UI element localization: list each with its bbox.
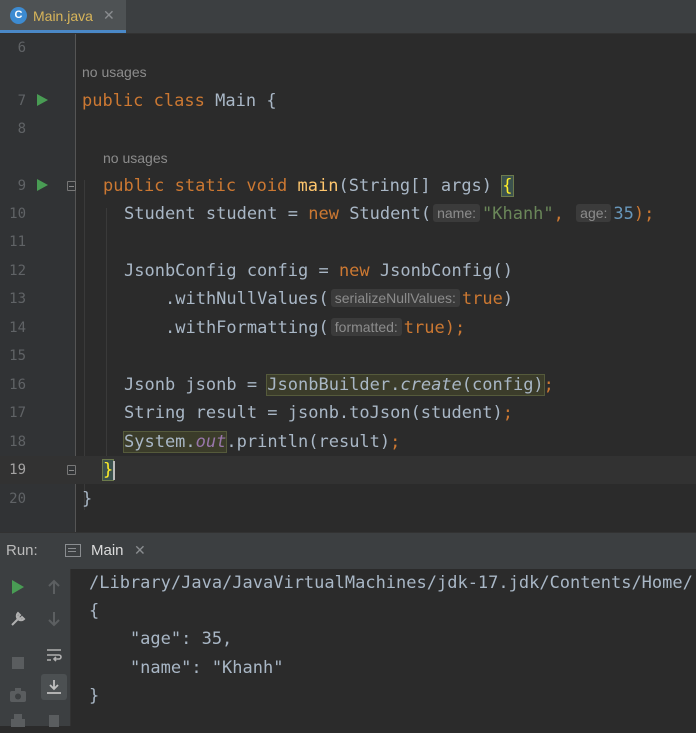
line-number: 18 — [9, 434, 26, 450]
console-output[interactable]: /Library/Java/JavaVirtualMachines/jdk-17… — [71, 569, 696, 726]
tab-main-java[interactable]: C Main.java ✕ — [0, 0, 126, 33]
run-tab-main[interactable]: Main — [91, 542, 124, 559]
clear-icon[interactable] — [42, 707, 66, 731]
rerun-icon[interactable] — [6, 575, 30, 599]
console-icon — [65, 544, 81, 557]
console-line: } — [89, 686, 100, 706]
param-hint: age: — [576, 204, 612, 222]
param-hint: serializeNullValues: — [330, 289, 460, 307]
editor-tab-bar: C Main.java ✕ — [0, 0, 696, 34]
line-number: 15 — [9, 348, 26, 364]
code-line-current: 19 } — [0, 456, 696, 484]
code-line: 11 — [0, 228, 696, 256]
close-icon[interactable]: ✕ — [103, 7, 115, 24]
fold-icon[interactable] — [67, 465, 76, 475]
fold-icon[interactable] — [67, 181, 76, 191]
line-number: 7 — [17, 93, 26, 109]
text-cursor — [113, 461, 115, 480]
stop-icon[interactable] — [6, 651, 30, 675]
code-line: 14 .withFormatting(formatted: true); — [0, 314, 696, 342]
up-arrow-icon[interactable] — [42, 575, 66, 599]
line-number: 10 — [9, 206, 26, 222]
run-tool-window-header: Run: Main ✕ — [0, 532, 696, 569]
code-line: 18 System.out.println(result); — [0, 428, 696, 456]
console-line: "age": 35, — [89, 629, 233, 649]
line-number: 14 — [9, 320, 26, 336]
line-number: 9 — [17, 178, 26, 194]
code-line: 13 .withNullValues(serializeNullValues: t… — [0, 285, 696, 313]
tab-label: Main.java — [33, 8, 93, 24]
scroll-to-end-icon[interactable] — [41, 674, 67, 700]
line-number: 16 — [9, 377, 26, 393]
run-toolbar — [0, 569, 38, 727]
line-number: 20 — [9, 491, 26, 507]
code-line: 7 public class Main { — [0, 87, 696, 115]
usages-hint[interactable]: no usages — [103, 150, 168, 166]
soft-wrap-icon[interactable] — [42, 643, 66, 667]
console-line: { — [89, 601, 100, 621]
code-line: 15 — [0, 342, 696, 370]
code-line: 12 JsonbConfig config = new JsonbConfig(… — [0, 257, 696, 285]
usages-hint[interactable]: no usages — [82, 64, 147, 80]
code-line: 16 Jsonb jsonb = JsonbBuilder.create(con… — [0, 371, 696, 399]
line-number: 13 — [9, 291, 26, 307]
code-line: 10 Student student = new Student(name: "K… — [0, 200, 696, 228]
line-number: 12 — [9, 263, 26, 279]
line-number: 19 — [9, 462, 26, 478]
code-line: 9 public static void main(String[] args)… — [0, 172, 696, 200]
code-line: 6 — [0, 34, 696, 62]
line-number: 6 — [17, 40, 26, 56]
down-arrow-icon[interactable] — [42, 607, 66, 631]
java-class-icon: C — [10, 7, 27, 24]
run-label: Run: — [6, 542, 38, 559]
line-number: 8 — [17, 121, 26, 137]
line-number: 17 — [9, 405, 26, 421]
console-line: /Library/Java/JavaVirtualMachines/jdk-17… — [89, 573, 693, 593]
param-hint: name: — [433, 204, 480, 222]
code-line: 8 — [0, 115, 696, 143]
line-number: 11 — [9, 234, 26, 250]
print-icon[interactable] — [6, 709, 30, 733]
code-editor[interactable]: 6 no usages 7 public class Main { 8 no u… — [0, 34, 696, 532]
wrench-icon[interactable] — [6, 607, 30, 631]
param-hint: formatted: — [330, 318, 402, 336]
close-icon[interactable]: ✕ — [134, 542, 146, 559]
console-line: "name": "Khanh" — [89, 658, 284, 678]
code-line: 20 } — [0, 485, 696, 513]
run-icon[interactable] — [37, 179, 48, 191]
console-toolbar — [38, 569, 71, 727]
camera-icon[interactable] — [6, 683, 30, 707]
code-line: 17 String result = jsonb.toJson(student)… — [0, 399, 696, 427]
run-icon[interactable] — [37, 94, 48, 106]
